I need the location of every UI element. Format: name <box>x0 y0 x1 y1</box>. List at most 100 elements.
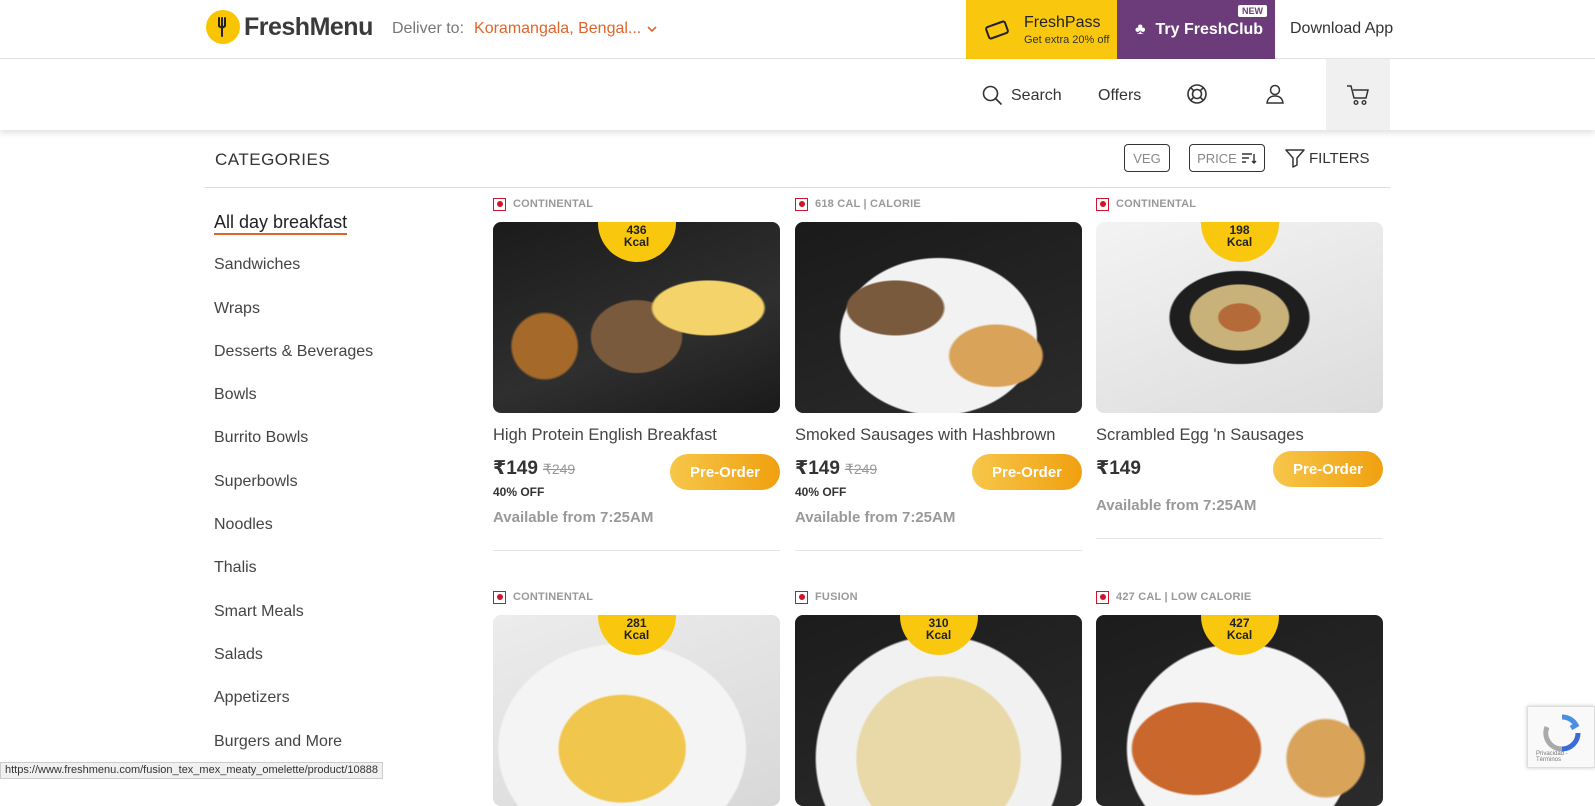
sidebar-item-thalis[interactable]: Thalis <box>214 556 454 599</box>
card-divider <box>795 550 1082 551</box>
product-mrp: ₹249 <box>542 461 576 477</box>
product-image[interactable]: 310 Kcal <box>795 615 1082 806</box>
freshpass-subtitle: Get extra 20% off <box>1024 33 1110 46</box>
ticket-icon <box>984 19 1010 40</box>
chevron-down-icon <box>647 22 657 36</box>
sidebar-item-bowls[interactable]: Bowls <box>214 383 454 426</box>
sidebar-item-label: All day breakfast <box>214 212 348 235</box>
freshclub-label: Try FreshClub <box>1155 20 1264 38</box>
download-app-link[interactable]: Download App <box>1290 20 1393 38</box>
pre-order-button[interactable]: Pre-Order <box>670 454 780 490</box>
freshpass-button[interactable]: FreshPass Get extra 20% off <box>966 0 1117 59</box>
freshpass-title: FreshPass <box>1024 13 1101 31</box>
non-veg-icon <box>1096 590 1109 604</box>
filters-button[interactable]: FILTERS <box>1285 148 1370 168</box>
product-price: ₹149 <box>795 458 840 479</box>
club-icon: ♣ <box>1135 20 1146 38</box>
freshclub-button[interactable]: ♣ Try FreshClub NEW <box>1117 0 1275 59</box>
offers-link[interactable]: Offers <box>1098 87 1141 105</box>
deliver-location[interactable]: Koramangala, Bengal... <box>474 20 641 38</box>
recaptcha-badge[interactable]: Privacidad - Términos <box>1527 706 1595 768</box>
product-tag: CONTINENTAL <box>1096 196 1383 212</box>
sort-icon <box>1241 153 1257 164</box>
product-mrp: ₹249 <box>844 461 878 477</box>
product-tag: CONTINENTAL <box>493 196 780 212</box>
pre-order-button[interactable]: Pre-Order <box>972 454 1082 490</box>
help-button[interactable] <box>1186 83 1208 110</box>
product-card[interactable]: 618 CAL | CALORIE Smoked Sausages with H… <box>795 196 1082 551</box>
filters-label: FILTERS <box>1309 149 1370 167</box>
product-tag-label: CONTINENTAL <box>1116 198 1197 210</box>
secondary-nav: Search Offers <box>0 59 1595 130</box>
non-veg-icon <box>1096 197 1109 211</box>
product-card[interactable]: 427 CAL | LOW CALORIE 427 Kcal <box>1096 589 1383 806</box>
non-veg-icon <box>795 197 808 211</box>
card-divider <box>493 550 780 551</box>
card-divider <box>1096 538 1383 539</box>
pre-order-button[interactable]: Pre-Order <box>1273 451 1383 487</box>
product-card[interactable]: FUSION 310 Kcal <box>795 589 1082 806</box>
kcal-badge: 427 Kcal <box>1200 615 1279 655</box>
new-badge: NEW <box>1238 5 1267 17</box>
cart-button[interactable] <box>1326 59 1390 130</box>
product-image[interactable]: 436 Kcal <box>493 222 780 413</box>
product-availability: Available from 7:25AM <box>1096 497 1257 514</box>
product-image[interactable] <box>795 222 1082 413</box>
deliver-label: Deliver to: <box>392 20 465 37</box>
product-tag: 618 CAL | CALORIE <box>795 196 1082 212</box>
sidebar-item-salads[interactable]: Salads <box>214 643 454 686</box>
browser-status-url: https://www.freshmenu.com/fusion_tex_mex… <box>0 762 383 779</box>
cart-icon <box>1347 84 1369 105</box>
product-tag: CONTINENTAL <box>493 589 780 605</box>
sidebar-item-burrito-bowls[interactable]: Burrito Bowls <box>214 426 454 469</box>
kcal-badge: 310 Kcal <box>899 615 978 655</box>
categories-header: CATEGORIES VEG PRICE FILTERS <box>205 130 1390 188</box>
recaptcha-icon <box>1543 714 1581 752</box>
product-price: ₹149 <box>493 458 538 479</box>
deliver-location-selector[interactable]: Deliver to: Koramangala, Bengal... <box>392 20 657 38</box>
kcal-badge: 436 Kcal <box>597 222 676 262</box>
logo-text: FreshMenu <box>244 12 373 41</box>
product-name[interactable]: Scrambled Egg 'n Sausages <box>1096 426 1383 445</box>
kcal-badge: 281 Kcal <box>597 615 676 655</box>
sidebar-item-wraps[interactable]: Wraps <box>214 297 454 340</box>
product-image[interactable]: 281 Kcal <box>493 615 780 806</box>
product-card[interactable]: CONTINENTAL 198 Kcal Scrambled Egg 'n Sau… <box>1096 196 1383 539</box>
sidebar-item-all-day-breakfast[interactable]: All day breakfast <box>214 210 454 253</box>
sidebar-item-desserts-beverages[interactable]: Desserts & Beverages <box>214 340 454 383</box>
filter-icon <box>1285 149 1305 168</box>
search-button[interactable]: Search <box>982 85 1062 106</box>
sidebar-item-sandwiches[interactable]: Sandwiches <box>214 253 454 296</box>
sidebar-item-smart-meals[interactable]: Smart Meals <box>214 600 454 643</box>
product-tag-label: FUSION <box>815 591 858 603</box>
search-label: Search <box>1011 86 1062 104</box>
product-card[interactable]: CONTINENTAL 281 Kcal <box>493 589 780 806</box>
recaptcha-text: Privacidad - Términos <box>1536 751 1568 763</box>
sidebar-item-appetizers[interactable]: Appetizers <box>214 686 454 729</box>
product-name[interactable]: High Protein English Breakfast <box>493 426 780 445</box>
sidebar-item-noodles[interactable]: Noodles <box>214 513 454 556</box>
sidebar-item-superbowls[interactable]: Superbowls <box>214 470 454 513</box>
lifebuoy-icon <box>1187 84 1207 104</box>
freshmenu-logo[interactable]: FreshMenu <box>206 10 373 44</box>
user-icon <box>1266 84 1284 104</box>
categories-title: CATEGORIES <box>215 150 331 169</box>
product-image[interactable]: 198 Kcal <box>1096 222 1383 413</box>
non-veg-icon <box>795 590 808 604</box>
price-sort-label: PRICE <box>1197 150 1237 166</box>
price-sort-button[interactable]: PRICE <box>1189 144 1265 172</box>
product-tag: FUSION <box>795 589 1082 605</box>
product-tag: 427 CAL | LOW CALORIE <box>1096 589 1383 605</box>
search-icon <box>982 85 1003 106</box>
account-button[interactable] <box>1265 83 1287 110</box>
product-price: ₹149 <box>1096 458 1141 479</box>
product-tag-label: 618 CAL | CALORIE <box>815 198 921 210</box>
product-image[interactable]: 427 Kcal <box>1096 615 1383 806</box>
veg-filter-button[interactable]: VEG <box>1124 144 1170 172</box>
kcal-badge: 198 Kcal <box>1200 222 1279 262</box>
product-card[interactable]: CONTINENTAL 436 Kcal High Protein English… <box>493 196 780 551</box>
product-name[interactable]: Smoked Sausages with Hashbrown <box>795 426 1082 445</box>
non-veg-icon <box>493 590 506 604</box>
non-veg-icon <box>493 197 506 211</box>
product-tag-label: CONTINENTAL <box>513 591 594 603</box>
